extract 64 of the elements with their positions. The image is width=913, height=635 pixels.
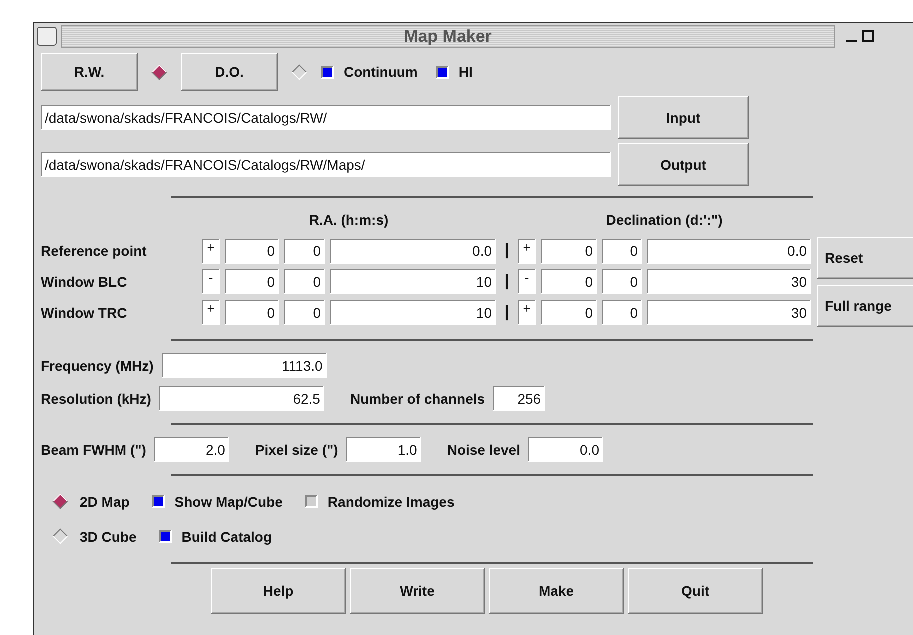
source-button[interactable]: D.O. — [181, 53, 278, 91]
minutes-field[interactable]: 0 — [284, 238, 325, 264]
separator-mark: | — [504, 242, 510, 260]
hours-field[interactable]: 0 — [225, 269, 279, 294]
seconds-field[interactable]: 0.0 — [330, 238, 496, 264]
checkbox-label: Randomize Images — [328, 494, 455, 510]
radio-label: 2D Map — [80, 494, 130, 510]
sign-toggle[interactable]: - — [202, 269, 220, 294]
sign-toggle[interactable]: - — [518, 269, 536, 294]
arcsec-field[interactable]: 30 — [647, 300, 811, 326]
source-button[interactable]: R.W. — [41, 53, 138, 91]
degrees-field[interactable]: 0 — [541, 269, 597, 294]
sign-toggle[interactable]: + — [202, 238, 220, 264]
parameter-label: Resolution (kHz) — [41, 390, 152, 406]
sign-toggle[interactable]: + — [518, 238, 536, 264]
separator-mark: | — [504, 272, 510, 291]
seconds-field[interactable]: 10 — [330, 300, 496, 326]
degrees-field[interactable]: 0 — [541, 238, 597, 264]
seconds-field[interactable]: 10 — [330, 269, 496, 294]
action-button[interactable]: Write — [350, 568, 485, 614]
separator-mark: | — [504, 304, 510, 322]
hours-field[interactable]: 0 — [225, 238, 279, 264]
arcsec-field[interactable]: 0.0 — [647, 238, 811, 264]
hours-field[interactable]: 0 — [225, 300, 279, 326]
window-title: Map Maker — [61, 25, 835, 48]
parameter-label: Beam FWHM (") — [41, 442, 146, 458]
minutes-field[interactable]: 0 — [284, 269, 325, 294]
checkbox-label: HI — [458, 64, 473, 80]
parameter-field[interactable]: 2.0 — [154, 437, 230, 462]
row-label: Reference point — [41, 243, 148, 260]
path-field[interactable]: /data/swona/skads/FRANCOIS/Catalogs/RW/ — [41, 105, 611, 130]
parameter-field[interactable]: 0.0 — [528, 437, 604, 462]
side-button[interactable]: Full range — [817, 285, 913, 327]
arcsec-field[interactable]: 30 — [647, 269, 811, 294]
sign-toggle[interactable]: + — [518, 300, 536, 326]
parameter-field[interactable]: 62.5 — [159, 386, 324, 411]
arcmin-field[interactable]: 0 — [602, 238, 642, 264]
degrees-field[interactable]: 0 — [541, 300, 597, 326]
arcmin-field[interactable]: 0 — [602, 300, 642, 326]
parameter-field[interactable]: 256 — [493, 386, 546, 411]
side-button[interactable]: Reset — [817, 237, 913, 279]
checkbox-label: Continuum — [344, 64, 418, 80]
arcmin-field[interactable]: 0 — [602, 269, 642, 294]
parameter-label: Number of channels — [350, 390, 486, 406]
parameter-label: Noise level — [447, 442, 520, 458]
sign-toggle[interactable]: + — [202, 300, 220, 326]
parameter-label: Pixel size (") — [255, 442, 338, 458]
checkbox-label: Build Catalog — [182, 528, 272, 544]
row-label: Window BLC — [41, 274, 128, 290]
column-heading: R.A. (h:m:s) — [308, 211, 390, 230]
path-field[interactable]: /data/swona/skads/FRANCOIS/Catalogs/RW/Maps/ — [41, 152, 611, 177]
column-heading: Declination (d:':") — [605, 211, 724, 230]
action-button[interactable]: Make — [489, 568, 624, 614]
radio-label: 3D Cube — [80, 528, 137, 544]
action-button[interactable]: Quit — [628, 568, 763, 614]
parameter-field[interactable]: 1.0 — [346, 437, 422, 462]
minutes-field[interactable]: 0 — [284, 300, 325, 326]
parameter-label: Frequency (MHz) — [41, 358, 154, 374]
checkbox-label: Show Map/Cube — [174, 494, 283, 510]
path-button[interactable]: Output — [618, 143, 749, 186]
path-button[interactable]: Input — [618, 96, 749, 139]
row-label: Window TRC — [41, 304, 128, 321]
action-button[interactable]: Help — [211, 568, 346, 614]
parameter-field[interactable]: 1113.0 — [162, 353, 327, 378]
